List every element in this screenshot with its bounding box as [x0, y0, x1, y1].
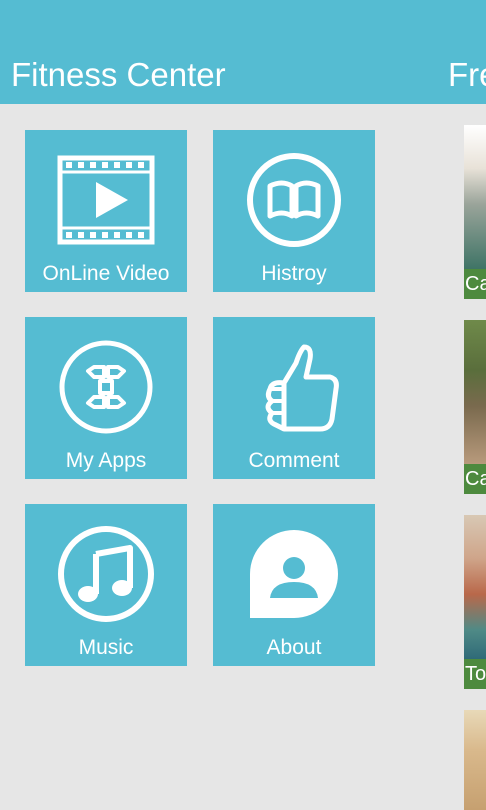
music-note-icon — [58, 526, 154, 622]
apps-icon — [59, 340, 153, 434]
music-tile[interactable]: Music — [25, 504, 187, 666]
side-card[interactable]: To — [464, 515, 486, 689]
card-photo — [464, 320, 486, 464]
book-icon — [247, 153, 341, 247]
thumbs-up-icon — [265, 344, 339, 432]
card-photo — [464, 125, 486, 269]
video-play-icon — [57, 155, 155, 245]
card-caption: Ca — [464, 464, 486, 494]
side-card[interactable]: Ca — [464, 320, 486, 494]
next-section-title[interactable]: Fre — [448, 55, 486, 95]
online-video-label: OnLine Video — [42, 262, 170, 285]
card-photo — [464, 710, 486, 810]
history-label: Histroy — [261, 262, 327, 285]
my-apps-label: My Apps — [65, 449, 147, 472]
music-label: Music — [78, 636, 134, 659]
card-photo — [464, 515, 486, 659]
online-video-tile[interactable]: OnLine Video — [25, 130, 187, 292]
my-apps-tile[interactable]: My Apps — [25, 317, 187, 479]
card-caption: To — [464, 659, 486, 689]
comment-tile[interactable]: Comment — [213, 317, 375, 479]
comment-label: Comment — [248, 449, 340, 472]
page-title: Fitness Center — [11, 56, 226, 93]
app-header: Fitness Center Fre — [0, 0, 486, 104]
side-card[interactable]: Ca — [464, 125, 486, 299]
history-tile[interactable]: Histroy — [213, 130, 375, 292]
card-caption: Ca — [464, 269, 486, 299]
person-chat-icon — [250, 530, 338, 618]
about-label: About — [266, 636, 322, 659]
side-card[interactable] — [464, 710, 486, 810]
about-tile[interactable]: About — [213, 504, 375, 666]
